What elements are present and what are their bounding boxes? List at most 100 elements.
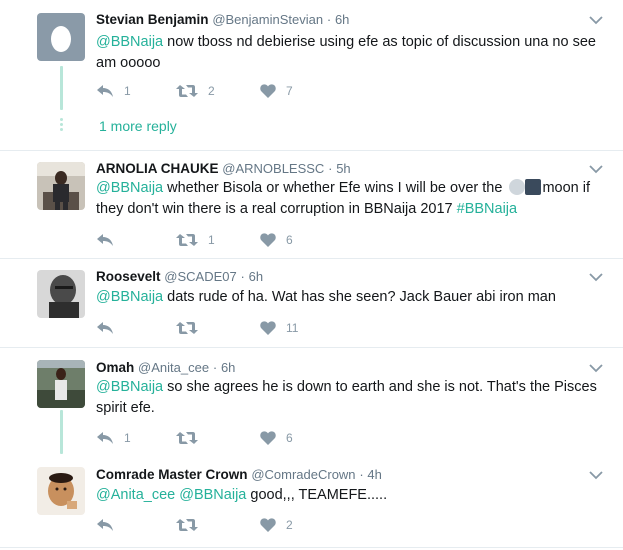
retweet-count: 2 — [208, 84, 215, 98]
author-handle[interactable]: @BenjaminStevian — [212, 12, 323, 27]
avatar[interactable] — [37, 270, 85, 318]
chevron-down-icon[interactable] — [589, 272, 603, 282]
retweet-button[interactable] — [176, 428, 198, 448]
tweet-header: Stevian Benjamin @BenjaminStevian · 6h — [96, 12, 349, 27]
reply-count: 1 — [124, 431, 131, 445]
thread-line — [60, 66, 63, 110]
tweet-header: ARNOLIA CHAUKE @ARNOBLESSC · 5h — [96, 161, 351, 176]
reply-button[interactable] — [96, 318, 114, 338]
profile-photo — [37, 360, 85, 408]
divider — [0, 547, 623, 548]
tweet-actions: 11 — [96, 318, 356, 338]
mention-link[interactable]: @BBNaija — [179, 487, 246, 503]
tweet-body: so she agrees he is down to earth and sh… — [96, 379, 597, 416]
tweet-actions: 1 2 7 — [96, 81, 356, 101]
like-count: 11 — [286, 321, 299, 335]
avatar[interactable] — [37, 360, 85, 408]
retweet-icon — [176, 234, 198, 246]
tweet-body: dats rude of ha. Wat has she seen? Jack … — [163, 289, 556, 305]
author-handle[interactable]: @ARNOBLESSC — [222, 161, 324, 176]
tweet-actions: 2 — [96, 515, 356, 535]
profile-photo — [37, 162, 85, 210]
reply-button[interactable]: 1 — [96, 81, 131, 101]
tweet-actions: 1 6 — [96, 428, 356, 448]
chevron-down-icon[interactable] — [589, 15, 603, 25]
like-count: 6 — [286, 233, 293, 247]
avatar[interactable] — [37, 467, 85, 515]
profile-photo — [37, 270, 85, 318]
chevron-down-icon[interactable] — [589, 363, 603, 373]
author-handle[interactable]: @ComradeCrown — [251, 467, 355, 482]
reply-icon — [97, 322, 113, 334]
tweet-body: good,,, TEAMEFE..... — [246, 487, 388, 503]
timestamp[interactable]: 6h — [335, 12, 349, 27]
author-name[interactable]: Comrade Master Crown — [96, 467, 248, 482]
mention-link[interactable]: @BBNaija — [96, 180, 163, 196]
avatar[interactable] — [37, 162, 85, 210]
like-button[interactable]: 6 — [260, 230, 293, 250]
tweet-text: @BBNaija now tboss nd debierise using ef… — [96, 32, 606, 74]
timestamp[interactable]: 5h — [336, 161, 350, 176]
reply-icon — [97, 85, 113, 97]
author-handle[interactable]: @SCADE07 — [164, 269, 236, 284]
profile-photo — [37, 467, 85, 515]
reply-count: 1 — [124, 84, 131, 98]
like-button[interactable]: 7 — [260, 81, 293, 101]
tweet-text: @BBNaija dats rude of ha. Wat has she se… — [96, 287, 606, 308]
divider — [0, 258, 623, 259]
more-reply-link[interactable]: 1 more reply — [99, 118, 177, 134]
retweet-button[interactable]: 1 — [176, 230, 215, 250]
heart-icon — [260, 233, 276, 247]
moon-emoji-icon — [509, 179, 526, 195]
timestamp[interactable]: 6h — [249, 269, 263, 284]
reply-button[interactable] — [96, 230, 114, 250]
reply-button[interactable]: 1 — [96, 428, 131, 448]
reply-button[interactable] — [96, 515, 114, 535]
retweet-count: 1 — [208, 233, 215, 247]
author-name[interactable]: Omah — [96, 360, 134, 375]
reply-icon — [97, 432, 113, 444]
author-name[interactable]: Stevian Benjamin — [96, 12, 209, 27]
mention-link[interactable]: @Anita_cee — [96, 487, 175, 503]
like-count: 6 — [286, 431, 293, 445]
tweet-text: @BBNaija so she agrees he is down to ear… — [96, 377, 606, 419]
separator-dot: · — [240, 269, 245, 284]
retweet-button[interactable] — [176, 515, 198, 535]
retweet-icon — [176, 322, 198, 334]
chevron-down-icon[interactable] — [589, 470, 603, 480]
default-egg-avatar-icon — [37, 13, 85, 61]
separator-dot: · — [328, 161, 333, 176]
timestamp[interactable]: 4h — [367, 467, 381, 482]
like-button[interactable]: 2 — [260, 515, 293, 535]
thread-dots — [59, 118, 64, 133]
avatar[interactable] — [37, 13, 85, 61]
mention-link[interactable]: @BBNaija — [96, 379, 163, 395]
tweet-header: Comrade Master Crown @ComradeCrown · 4h — [96, 467, 382, 482]
heart-icon — [260, 84, 276, 98]
like-count: 7 — [286, 84, 293, 98]
hashtag-link[interactable]: #BBNaija — [457, 201, 517, 217]
like-button[interactable]: 11 — [260, 318, 298, 338]
reply-icon — [97, 234, 113, 246]
thread-line — [60, 410, 63, 454]
like-count: 2 — [286, 518, 293, 532]
divider — [0, 150, 623, 151]
like-button[interactable]: 6 — [260, 428, 293, 448]
tweet-header: Omah @Anita_cee · 6h — [96, 360, 235, 375]
retweet-icon — [176, 432, 198, 444]
author-name[interactable]: Roosevelt — [96, 269, 161, 284]
timestamp[interactable]: 6h — [221, 360, 235, 375]
retweet-button[interactable]: 2 — [176, 81, 215, 101]
chevron-down-icon[interactable] — [589, 164, 603, 174]
mention-link[interactable]: @BBNaija — [96, 34, 163, 50]
author-handle[interactable]: @Anita_cee — [138, 360, 209, 375]
separator-dot: · — [212, 360, 218, 375]
night-city-emoji-icon — [525, 179, 542, 195]
mention-link[interactable]: @BBNaija — [96, 289, 163, 305]
separator-dot: · — [326, 12, 332, 27]
author-name[interactable]: ARNOLIA CHAUKE — [96, 161, 219, 176]
tweet-text: @BBNaija whether Bisola or whether Efe w… — [96, 178, 606, 220]
tweet-body: whether Bisola or whether Efe wins I wil… — [163, 180, 507, 196]
retweet-button[interactable] — [176, 318, 198, 338]
heart-icon — [260, 518, 276, 532]
